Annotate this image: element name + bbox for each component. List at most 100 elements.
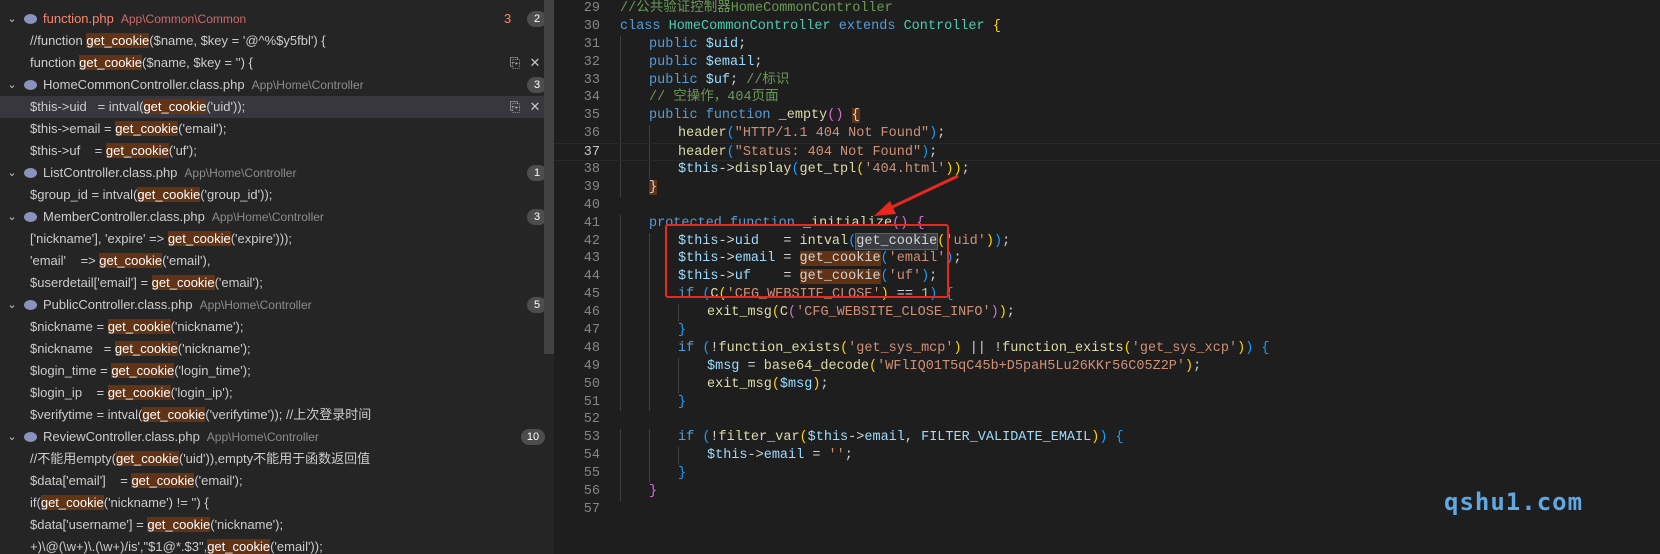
chevron-down-icon[interactable]: ⌄ [6, 294, 18, 316]
file-path: App\Home\Controller [184, 166, 297, 180]
search-match-row[interactable]: $this->email = get_cookie('email'); [0, 118, 544, 140]
search-match-row[interactable]: $verifytime = intval(get_cookie('verifyt… [0, 404, 544, 426]
replace-icon[interactable]: ⎘ [505, 96, 525, 118]
search-file-row[interactable]: ⌄ HomeCommonController.class.php App\Home\… [0, 74, 547, 96]
code-line[interactable]: 30 class HomeCommonController extends Con… [554, 18, 1660, 36]
code-line[interactable]: 38 $this->display(get_tpl('404.html')); [554, 161, 1660, 179]
dismiss-icon[interactable]: ✕ [525, 96, 545, 118]
code-line[interactable]: 40 [554, 197, 1660, 215]
indent-guide [649, 144, 650, 161]
code-text: } [678, 322, 686, 340]
search-file-row[interactable]: ⌄ ListController.class.php App\Home\Contro… [0, 162, 547, 184]
code-token: function [705, 108, 779, 124]
code-line[interactable]: 31 public $uid; [554, 35, 1660, 54]
chevron-down-icon[interactable]: ⌄ [6, 426, 18, 448]
match-highlight: get_cookie [151, 275, 215, 290]
code-line[interactable]: 29 //公共验证控制器HomeCommonController [554, 0, 1660, 18]
search-match-row[interactable]: $this->uf = get_cookie('uf'); [0, 140, 544, 162]
match-text: function get_cookie($name, $key = '') { [30, 52, 253, 74]
search-file-row[interactable]: ⌄ function.php App\Common\Common 3 2 [0, 8, 547, 30]
code-token: if [678, 340, 703, 356]
code-token: ) [1237, 340, 1246, 356]
code-line[interactable]: 50 exit_msg($msg); [554, 375, 1660, 394]
search-match-row[interactable]: $data['username'] = get_cookie('nickname… [0, 514, 544, 536]
indent-guide [620, 357, 621, 376]
code-line[interactable]: 54 $this->email = ''; [554, 447, 1660, 466]
code-token: display [734, 162, 792, 178]
match-text: $this->uf = get_cookie('uf'); [30, 140, 197, 162]
chevron-down-icon[interactable]: ⌄ [6, 8, 18, 30]
scrollbar[interactable] [544, 0, 554, 354]
line-number: 39 [583, 179, 600, 195]
chevron-down-icon[interactable]: ⌄ [6, 74, 18, 96]
match-context: ('email'); [194, 473, 243, 488]
line-number: 41 [583, 215, 600, 231]
code-token: //标识 [746, 72, 790, 88]
code-token: base64_decode [763, 358, 870, 374]
search-match-row[interactable]: $userdetail['email'] = get_cookie('email… [0, 272, 544, 294]
search-match-row[interactable]: $this->uid = intval(get_cookie('uid')); ⎘… [0, 96, 544, 118]
code-token: , [904, 430, 922, 446]
code-line[interactable]: 32 public $email; [554, 53, 1660, 72]
code-line[interactable]: 39} [554, 178, 1660, 197]
search-match-row[interactable]: $group_id = intval(get_cookie('group_id'… [0, 184, 544, 206]
search-match-row[interactable]: $data['email'] = get_cookie('email'); [0, 470, 544, 492]
search-match-row[interactable]: $login_time = get_cookie('login_time'); [0, 360, 544, 382]
match-context: $userdetail['email'] = [30, 275, 152, 290]
search-match-row[interactable]: ['nickname'], 'expire' => get_cookie('ex… [0, 228, 544, 250]
code-token: ; [754, 54, 763, 70]
code-line[interactable]: 55} [554, 465, 1660, 484]
chevron-down-icon[interactable]: ⌄ [6, 162, 18, 184]
search-match-row[interactable]: $login_ip = get_cookie('login_ip'); [0, 382, 544, 404]
code-line[interactable]: 53 if (!filter_var($this->email, FILTER_V… [554, 429, 1660, 448]
code-token: ) [990, 305, 999, 321]
match-context: //不能用empty( [30, 451, 116, 466]
code-line[interactable]: 48 if (!function_exists('get_sys_mcp') ||… [554, 339, 1660, 358]
code-token: ) [1099, 430, 1116, 446]
search-match-row[interactable]: //不能用empty(get_cookie('uid')),empty不能用于函… [0, 448, 544, 470]
code-token: } [678, 466, 687, 482]
code-token: 'get_sys_mcp' [848, 340, 954, 356]
code-token: ( [788, 305, 797, 321]
code-line[interactable]: 36 header("HTTP/1.1 404 Not Found"); [554, 125, 1660, 144]
search-match-row[interactable]: $nickname = get_cookie('nickname'); [0, 338, 544, 360]
annotation-highlight-box [665, 224, 949, 298]
search-match-row[interactable]: +)\@(\w+)\.(\w+)/is',"$1@*.$3",get_cooki… [0, 536, 544, 554]
code-line[interactable]: 52 [554, 411, 1660, 429]
chevron-down-icon[interactable]: ⌄ [6, 206, 18, 228]
line-number: 33 [583, 72, 600, 88]
match-text: ['nickname'], 'expire' => get_cookie('ex… [30, 228, 292, 250]
code-line[interactable]: 46 exit_msg(C('CFG_WEBSITE_CLOSE_INFO')); [554, 304, 1660, 323]
search-file-row[interactable]: ⌄ PublicController.class.php App\Home\Cont… [0, 294, 547, 316]
line-number: 40 [583, 197, 600, 213]
match-context: $verifytime = intval( [30, 407, 143, 422]
php-file-icon [24, 14, 37, 24]
row-actions: ⎘ ✕ [505, 52, 545, 74]
search-match-row[interactable]: 'email' => get_cookie('email'), [0, 250, 544, 272]
code-line[interactable]: 47} [554, 322, 1660, 340]
code-text: //公共验证控制器HomeCommonController [620, 0, 893, 18]
code-line[interactable]: 33 public $uf; //标识 [554, 71, 1660, 90]
replace-icon[interactable]: ⎘ [505, 52, 525, 74]
search-match-row[interactable]: //function get_cookie($name, $key = '@^%… [0, 30, 544, 52]
code-line[interactable]: 34 // 空操作，404页面 [554, 89, 1660, 108]
code-token: ; [1193, 358, 1202, 374]
file-name: ReviewController.class.php App\Home\Contr… [43, 426, 319, 448]
search-file-row[interactable]: ⌄ ReviewController.class.php App\Home\Cont… [0, 426, 545, 448]
code-line[interactable]: 49 $msg = base64_decode('WFlIQ01T5qC45b+D… [554, 357, 1660, 376]
code-line[interactable]: 35 public function _empty() { [554, 107, 1660, 126]
file-name-text: ReviewController.class.php [43, 429, 200, 444]
code-token: ; [738, 36, 747, 52]
code-line[interactable]: 51} [554, 393, 1660, 412]
indent-guide [620, 89, 621, 108]
code-text: public $uid; [649, 36, 746, 54]
code-token: { [992, 18, 1001, 34]
dismiss-icon[interactable]: ✕ [525, 52, 545, 74]
search-match-row[interactable]: if(get_cookie('nickname') != '') { [0, 492, 544, 514]
code-line[interactable]: 37 header("Status: 404 Not Found"); [554, 143, 1660, 162]
search-file-row[interactable]: ⌄ MemberController.class.php App\Home\Cont… [0, 206, 547, 228]
line-number: 35 [583, 108, 600, 124]
search-match-row[interactable]: $nickname = get_cookie('nickname'); [0, 316, 544, 338]
match-text: $this->email = get_cookie('email'); [30, 118, 226, 140]
search-match-row[interactable]: function get_cookie($name, $key = '') { ⎘… [0, 52, 544, 74]
